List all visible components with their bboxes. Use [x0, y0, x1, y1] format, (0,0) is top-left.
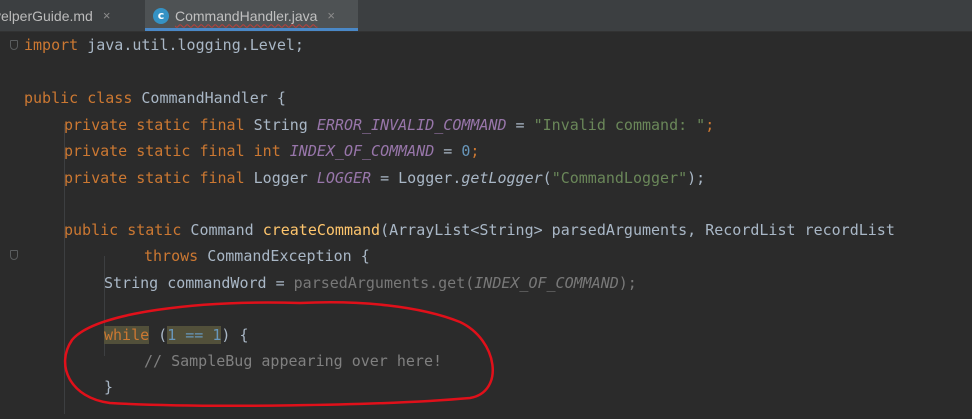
annotation-circle: [63, 301, 494, 407]
